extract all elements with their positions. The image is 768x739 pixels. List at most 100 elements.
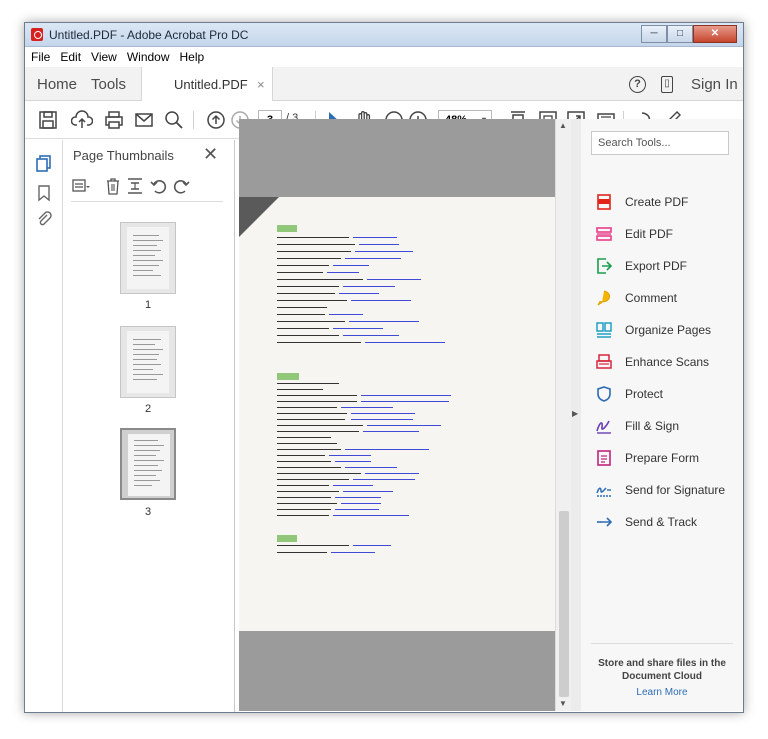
send-track-icon (597, 517, 613, 527)
menu-file[interactable]: File (25, 47, 54, 67)
tab-home[interactable]: Home (37, 76, 77, 93)
menu-window[interactable]: Window (121, 47, 174, 67)
close-tab-icon[interactable]: × (257, 77, 265, 92)
rotate-right-icon[interactable] (171, 176, 191, 196)
attachment-icon[interactable] (35, 210, 53, 228)
tab-bar: Home Tools Untitled.PDF × ? ▯ Sign In (25, 67, 743, 101)
window-controls: ─ □ ✕ (641, 25, 737, 43)
export-pdf-icon (597, 258, 613, 274)
close-window-button[interactable]: ✕ (693, 25, 737, 43)
edit-pdf-icon (596, 227, 612, 241)
document-cloud-message: Store and share files in the Document Cl… (598, 658, 726, 682)
email-icon[interactable] (133, 109, 155, 131)
previous-page-icon[interactable] (205, 109, 227, 131)
comment-icon (597, 290, 611, 306)
learn-more-link[interactable]: Learn More (591, 687, 733, 698)
bookmark-icon[interactable] (35, 184, 53, 202)
tool-protect[interactable]: Protect (595, 383, 741, 407)
tool-prepare-form[interactable]: Prepare Form (595, 447, 741, 471)
date-highlight (277, 373, 299, 380)
tool-label: Organize Pages (625, 323, 712, 337)
tool-enhance-scans[interactable]: Enhance Scans (595, 351, 741, 375)
search-icon[interactable] (163, 109, 185, 131)
collapse-right-panel-icon[interactable]: ▶ (572, 409, 578, 418)
date-highlight (277, 225, 297, 232)
search-tools-input[interactable]: Search Tools... (591, 131, 729, 155)
tool-label: Enhance Scans (625, 355, 710, 369)
scrollbar-thumb[interactable] (559, 511, 569, 697)
help-icon[interactable]: ? (629, 76, 646, 93)
thumbnail-label: 3 (144, 506, 152, 518)
thumbnail-page-preview (127, 227, 169, 289)
minimize-button[interactable]: ─ (641, 25, 667, 43)
document-view[interactable] (239, 119, 555, 711)
page-thumbnail-3[interactable] (120, 428, 176, 500)
scroll-up-icon[interactable]: ▲ (559, 121, 567, 130)
acrobat-app-icon (31, 28, 43, 41)
right-panel-splitter[interactable]: ▶ (571, 119, 581, 711)
title-bar: Untitled.PDF - Adobe Acrobat Pro DC ─ □ … (25, 23, 743, 47)
page-thumbnail-1[interactable] (120, 222, 176, 294)
tab-tools[interactable]: Tools (91, 76, 126, 93)
navigation-rail (25, 140, 63, 712)
thumbnail-tools (71, 174, 223, 202)
send-signature-icon (596, 487, 611, 497)
tool-send-track[interactable]: Send & Track (595, 511, 741, 535)
prepare-form-icon (597, 450, 611, 466)
page-fold-shadow (239, 197, 279, 237)
insert-page-icon[interactable] (125, 176, 145, 196)
tools-pane: Search Tools... Create PDF Edit PDF Expo… (581, 119, 743, 711)
tool-label: Prepare Form (625, 451, 700, 465)
tool-fill-sign[interactable]: Fill & Sign (595, 415, 741, 439)
print-icon[interactable] (103, 109, 125, 131)
sign-in-link[interactable]: Sign In (691, 76, 738, 93)
tool-label: Send & Track (625, 515, 698, 529)
page-thumbnails-icon[interactable] (35, 154, 53, 172)
tool-label: Protect (625, 387, 664, 401)
tool-create-pdf[interactable]: Create PDF (595, 191, 741, 215)
panel-title: Page Thumbnails (73, 148, 174, 163)
acrobat-window: Untitled.PDF - Adobe Acrobat Pro DC ─ □ … (24, 22, 744, 713)
tool-comment[interactable]: Comment (595, 287, 741, 311)
scroll-down-icon[interactable]: ▼ (559, 699, 567, 708)
tool-label: Edit PDF (625, 227, 674, 241)
tool-organize-pages[interactable]: Organize Pages (595, 319, 741, 343)
document-tab-label: Untitled.PDF (174, 77, 248, 92)
thumbnail-page-preview (127, 331, 169, 393)
options-menu-icon[interactable] (71, 176, 91, 196)
menu-help[interactable]: Help (174, 47, 209, 67)
tool-label: Create PDF (625, 195, 689, 209)
page-thumbnails-panel: Page Thumbnails ✕ 1 2 3 (63, 140, 274, 712)
maximize-button[interactable]: □ (667, 25, 693, 43)
tool-label: Fill & Sign (625, 419, 680, 433)
window-title: Untitled.PDF - Adobe Acrobat Pro DC (49, 28, 249, 42)
scanned-page (239, 197, 555, 631)
menu-edit[interactable]: Edit (54, 47, 85, 67)
delete-page-icon[interactable] (103, 176, 123, 196)
close-panel-icon[interactable]: ✕ (203, 144, 218, 165)
enhance-scans-icon (596, 354, 612, 369)
tool-edit-pdf[interactable]: Edit PDF (595, 223, 741, 247)
toolbar-divider (193, 111, 194, 129)
tab-document[interactable]: Untitled.PDF (141, 67, 273, 101)
thumbnail-label: 2 (144, 403, 152, 415)
protect-icon (597, 386, 611, 402)
organize-pages-icon (596, 322, 612, 338)
mobile-link-icon[interactable]: ▯ (661, 76, 673, 93)
rotate-left-icon[interactable] (149, 176, 169, 196)
menu-view[interactable]: View (85, 47, 121, 67)
thumbnail-page-preview (128, 434, 170, 496)
fill-sign-icon (596, 420, 611, 434)
create-pdf-icon (597, 194, 611, 210)
save-icon[interactable] (37, 109, 59, 131)
vertical-scrollbar[interactable]: ▲ ▼ (555, 119, 571, 711)
page-thumbnail-2[interactable] (120, 326, 176, 398)
tool-label: Send for Signature (625, 483, 726, 497)
upload-cloud-icon[interactable] (71, 109, 93, 131)
date-highlight (277, 535, 297, 542)
panel-divider (591, 643, 733, 644)
thumbnail-label: 1 (144, 299, 152, 311)
tool-export-pdf[interactable]: Export PDF (595, 255, 741, 279)
tool-send-for-signature[interactable]: Send for Signature (595, 479, 741, 503)
menu-bar: File Edit View Window Help (25, 47, 743, 67)
